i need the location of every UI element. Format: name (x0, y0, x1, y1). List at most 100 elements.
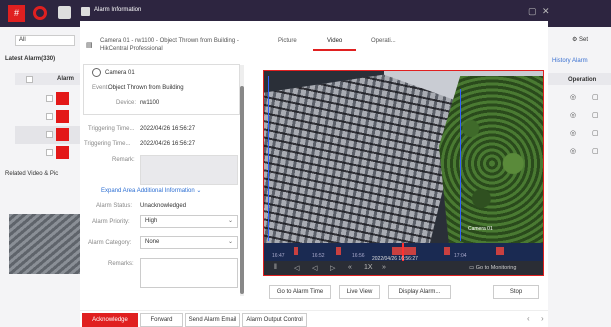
forward-icon[interactable]: ▢ (592, 93, 599, 101)
remarks-input[interactable] (140, 258, 238, 288)
app-logo-icon[interactable]: # (8, 5, 25, 22)
send-alarm-email-button[interactable]: Send Alarm Email (185, 313, 240, 327)
building-footage (264, 74, 464, 251)
alarm-priority-select[interactable]: High ⌄ (140, 215, 238, 228)
remark-label: Remark: (112, 157, 135, 163)
timeline-segment (294, 247, 298, 255)
acknowledge-icon[interactable]: ◎ (570, 129, 576, 137)
close-icon[interactable]: ✕ (542, 6, 550, 17)
alarm-row-checkbox[interactable] (46, 95, 53, 102)
details-scrollbar-thumb[interactable] (240, 86, 244, 294)
latest-alarm-title: Latest Alarm(330) (5, 56, 56, 62)
display-alarm-button[interactable]: Display Alarm... (388, 285, 451, 299)
alarm-priority-badge (56, 92, 69, 105)
alarm-status-label: Alarm Status: (96, 203, 133, 209)
history-alarm-link[interactable]: History Alarm (552, 58, 588, 64)
alarm-priority-badge (56, 110, 69, 123)
forward-button[interactable]: Forward (140, 313, 183, 327)
alarm-operation-panel (548, 27, 611, 327)
alarm-output-control-button[interactable]: Alarm Output Control (242, 313, 307, 327)
acknowledge-icon[interactable]: ◎ (570, 111, 576, 119)
alarm-category-label: Alarm Category: (88, 240, 132, 246)
go-to-alarm-time-button[interactable]: Go to Alarm Time (269, 285, 331, 299)
building-icon: ▤ (86, 42, 93, 49)
camera-overlay-label: Camera 01 (468, 226, 493, 232)
alarm-priority-label: Alarm Priority: (92, 219, 130, 225)
device-value: rw1100 (140, 100, 160, 106)
related-video-thumbnail[interactable] (9, 214, 80, 274)
triggering-time-value: 2022/04/26 16:56:27 (140, 126, 196, 132)
alarm-priority-badge (56, 146, 69, 159)
alarm-category-select[interactable]: None ⌄ (140, 236, 238, 249)
alarm-priority-value: High (145, 218, 158, 224)
forward-icon[interactable]: ▢ (592, 129, 599, 137)
fast-forward-icon[interactable]: » (382, 264, 386, 271)
next-alarm-icon[interactable]: › (541, 314, 544, 323)
device-label: Device: (116, 100, 137, 106)
alarm-row-checkbox[interactable] (46, 131, 53, 138)
dialog-title: Alarm Information (94, 7, 142, 13)
chevron-down-icon: ⌄ (227, 239, 233, 245)
event-label: Event: (92, 85, 110, 91)
alarm-category-value: None (145, 239, 160, 245)
chevron-down-icon: ⌄ (227, 218, 233, 224)
expand-additional-info-link[interactable]: Expand Area Additional Information ⌄ (101, 187, 201, 194)
timeline-tick: 17:04 (454, 253, 467, 259)
alarm-row-checkbox[interactable] (46, 113, 53, 120)
forward-icon[interactable]: ▢ (592, 147, 599, 155)
acknowledge-icon[interactable]: ◎ (570, 147, 576, 155)
settings-label: Set (579, 37, 589, 43)
play-icon[interactable]: ▷ (330, 264, 335, 272)
stop-button[interactable]: Stop (493, 285, 539, 299)
remarks-label: Remarks: (108, 261, 134, 267)
live-view-button[interactable]: Live View (339, 285, 380, 299)
app-module-icon[interactable] (58, 6, 71, 19)
timeline-segment (444, 247, 450, 255)
active-tab-indicator (313, 49, 356, 51)
alarm-status-value: Unacknowledged (140, 203, 187, 209)
pause-icon[interactable]: ‖ (274, 264, 277, 271)
timeline-segment (496, 247, 504, 255)
timeline-segment (392, 247, 416, 255)
app-home-icon[interactable] (33, 6, 47, 20)
alarm-filter-select[interactable]: All (15, 35, 75, 46)
maximize-icon[interactable]: ▢ (528, 6, 537, 17)
timeline-tick: 16:56 (352, 253, 365, 259)
expand-chevron-icon: ⌄ (196, 188, 202, 194)
frame-back-icon[interactable]: ◁ (294, 264, 299, 272)
triggering-time-label: Triggering Time... (88, 126, 135, 132)
forward-icon[interactable]: ▢ (592, 111, 599, 119)
timeline-segment (336, 247, 341, 255)
detection-line (460, 89, 461, 241)
detection-line (268, 76, 269, 241)
tab-operation[interactable]: Operati... (371, 38, 396, 44)
settings-button[interactable]: ⚙ Set (572, 36, 588, 43)
rewind-icon[interactable]: ◁ (312, 264, 317, 272)
select-all-checkbox[interactable] (26, 76, 33, 83)
triggering-time-label-2: Triggering Time... (84, 141, 131, 147)
dialog-app-icon (81, 7, 90, 16)
slow-icon[interactable]: « (348, 264, 352, 271)
speed-icon[interactable]: 1X (364, 264, 373, 271)
playback-timeline[interactable]: 16:47 16:52 16:56 17:04 2022/04/26 16:56… (264, 243, 543, 262)
operation-column-header: Operation (568, 77, 597, 83)
acknowledge-button[interactable]: Acknowledge (82, 313, 138, 327)
event-value: Object Thrown from Building (108, 85, 184, 91)
timeline-tick: 16:47 (272, 253, 285, 259)
previous-alarm-icon[interactable]: ‹ (527, 314, 530, 323)
go-to-monitoring-label: Go to Monitoring (475, 265, 517, 271)
alarm-priority-badge (56, 128, 69, 141)
alarm-row-checkbox[interactable] (46, 149, 53, 156)
alarm-header-text: Camera 01 - rw1100 - Object Thrown from … (100, 38, 239, 52)
triggering-time-value-2: 2022/04/26 16:56:27 (140, 141, 196, 147)
remark-field (140, 155, 238, 185)
tab-picture[interactable]: Picture (278, 38, 297, 44)
alarm-column-header: Alarm (57, 76, 75, 82)
tab-video[interactable]: Video (327, 38, 342, 44)
acknowledge-icon[interactable]: ◎ (570, 93, 576, 101)
go-to-monitoring-link[interactable]: ▭ Go to Monitoring (469, 265, 516, 271)
camera-name: Camera 01 (105, 70, 135, 76)
video-player[interactable]: Camera 01 16:47 16:52 16:56 17:04 2022/0… (263, 70, 544, 276)
camera-icon (92, 68, 101, 77)
expand-label: Expand Area Additional Information (101, 188, 195, 194)
